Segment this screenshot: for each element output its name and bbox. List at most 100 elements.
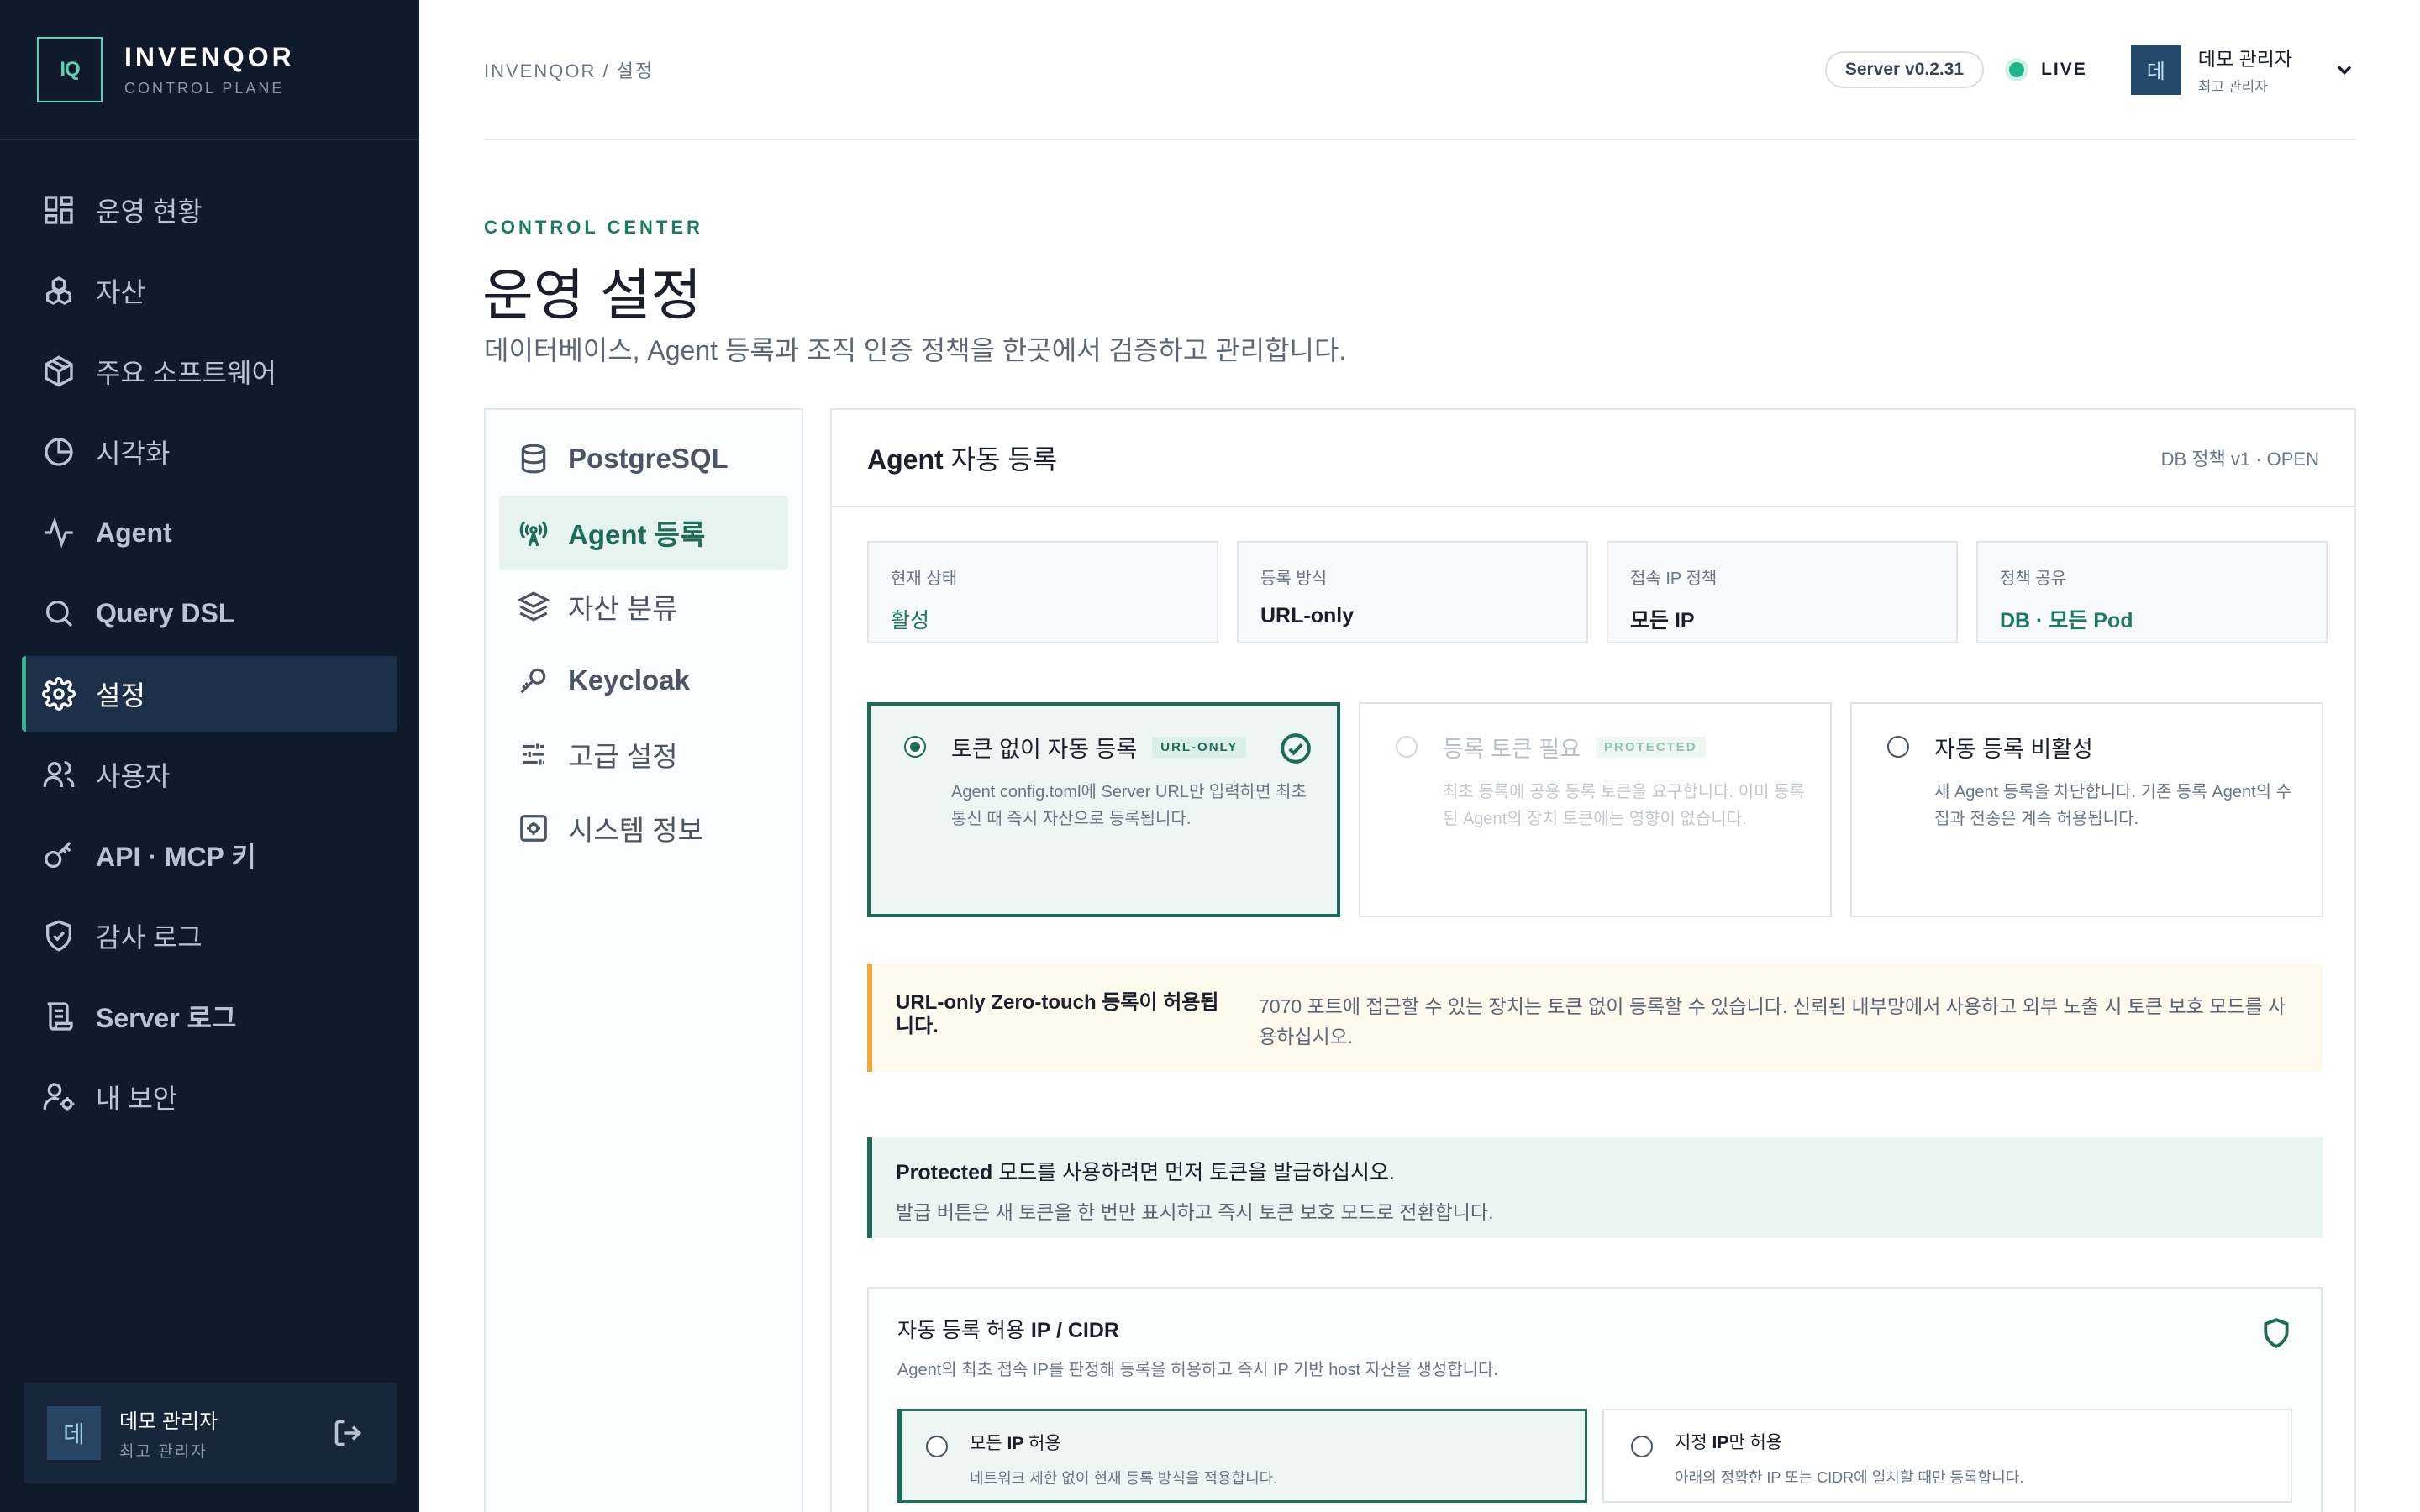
avatar: 데 bbox=[2130, 44, 2181, 95]
live-dot-icon bbox=[2009, 61, 2025, 77]
brand[interactable]: IQ INVENQOR CONTROL PLANE bbox=[0, 0, 419, 140]
radio[interactable] bbox=[1396, 736, 1418, 758]
cidr-option-title: 지정 IP만 허용 bbox=[1675, 1433, 1783, 1452]
pie-chart-icon bbox=[42, 435, 76, 469]
cidr-option-description: 네트워크 제한 없이 현재 등록 방식을 적용합니다. bbox=[970, 1470, 1278, 1487]
shield-icon bbox=[2260, 1317, 2292, 1349]
tab-postgresql[interactable]: PostgreSQL bbox=[499, 422, 788, 496]
sidebar-item-assets[interactable]: 자산 bbox=[22, 253, 397, 328]
option-title: 토큰 없이 자동 등록 bbox=[951, 737, 1138, 762]
stat-policy-sharing: 정책 공유 DB · 모든 Pod bbox=[1976, 541, 2328, 643]
stat-value: 활성 bbox=[891, 609, 930, 633]
user-menu[interactable]: 데 데모 관리자 최고 관리자 bbox=[2130, 43, 2356, 96]
sidebar-item-dashboard[interactable]: 운영 현황 bbox=[22, 172, 397, 248]
option-protected[interactable]: 등록 토큰 필요 PROTECTED 최초 등록에 공용 등록 토큰을 요구합니다… bbox=[1359, 702, 1832, 917]
subnav-label: PostgreSQL bbox=[568, 443, 729, 474]
page-title: 운영 설정 bbox=[482, 264, 702, 326]
activity-icon bbox=[42, 516, 76, 549]
sidebar-item-my-security[interactable]: 내 보안 bbox=[22, 1059, 397, 1135]
users-icon bbox=[42, 758, 76, 791]
live-label: LIVE bbox=[2041, 59, 2087, 79]
database-icon bbox=[518, 443, 550, 475]
tab-advanced-settings[interactable]: 고급 설정 bbox=[499, 717, 788, 791]
option-description: 최초 등록에 공용 등록 토큰을 요구합니다. 이미 등록된 Agent의 장치… bbox=[1443, 783, 1805, 828]
option-tag: PROTECTED bbox=[1596, 737, 1706, 758]
panel-title: Agent 자동 등록 bbox=[867, 444, 1058, 475]
cidr-title: 자동 등록 허용 IP / CIDR bbox=[897, 1319, 1119, 1342]
server-version-badge: Server v0.2.31 bbox=[1824, 50, 1985, 88]
shield-check-icon bbox=[42, 919, 76, 953]
sidebar-item-label: 시각화 bbox=[96, 438, 171, 469]
settings-subnav: PostgreSQL Agent 등록 자산 분류 Keycloak 고급 설정… bbox=[484, 408, 803, 1512]
sidebar-item-agent[interactable]: Agent bbox=[22, 495, 397, 570]
layers-icon bbox=[517, 591, 550, 622]
sidebar-item-label: 감사 로그 bbox=[96, 922, 203, 953]
sidebar-item-label: 운영 현황 bbox=[96, 197, 203, 227]
stat-value: DB · 모든 Pod bbox=[2000, 609, 2133, 633]
tab-keycloak[interactable]: Keycloak bbox=[499, 643, 788, 717]
option-disabled[interactable]: 자동 등록 비활성 새 Agent 등록을 차단합니다. 기존 등록 Agent… bbox=[1850, 702, 2323, 917]
sidebar-item-label: Server 로그 bbox=[96, 1003, 237, 1033]
option-description: Agent config.toml에 Server URL만 입력하면 최초 통… bbox=[951, 783, 1307, 828]
radio[interactable] bbox=[1631, 1436, 1653, 1457]
cidr-option-all-ip[interactable]: 모든 IP 허용 네트워크 제한 없이 현재 등록 방식을 적용합니다. bbox=[897, 1409, 1587, 1503]
tab-system-info[interactable]: 시스템 정보 bbox=[499, 791, 788, 865]
sidebar-item-server-log[interactable]: Server 로그 bbox=[22, 979, 397, 1054]
tab-agent-registration[interactable]: Agent 등록 bbox=[499, 496, 788, 570]
sidebar-item-api-mcp-keys[interactable]: API · MCP 키 bbox=[22, 817, 397, 893]
system-icon bbox=[518, 812, 550, 844]
chevron-down-icon[interactable] bbox=[2333, 58, 2356, 81]
sidebar-item-users[interactable]: 사용자 bbox=[22, 737, 397, 812]
user-name: 데모 관리자 bbox=[119, 1410, 218, 1433]
key-icon bbox=[518, 664, 550, 696]
subnav-label: Agent 등록 bbox=[568, 519, 706, 550]
topbar: INVENQOR / 설정 Server v0.2.31 LIVE 데 데모 관… bbox=[484, 0, 2356, 140]
warning-text: 7070 포트에 접근할 수 있는 장치는 토큰 없이 등록할 수 있습니다. … bbox=[1259, 995, 2286, 1047]
radio[interactable] bbox=[1887, 736, 1909, 758]
cidr-description: Agent의 최초 접속 IP를 판정해 등록을 허용하고 즉시 IP 기반 h… bbox=[897, 1361, 1498, 1379]
subnav-label: 시스템 정보 bbox=[568, 815, 703, 846]
brand-logo: IQ bbox=[37, 37, 103, 102]
radio-selected[interactable] bbox=[904, 736, 926, 758]
sidebar-item-visualization[interactable]: 시각화 bbox=[22, 414, 397, 490]
brand-subtitle: CONTROL PLANE bbox=[124, 80, 285, 97]
cidr-option-specific-ip[interactable]: 지정 IP만 허용 아래의 정확한 IP 또는 CIDR에 일치할 때만 등록합… bbox=[1602, 1409, 2292, 1503]
tab-asset-classification[interactable]: 자산 분류 bbox=[499, 570, 788, 643]
dashboard-icon bbox=[42, 193, 76, 227]
user-role: 최고 관리자 bbox=[2197, 79, 2268, 95]
live-status: LIVE bbox=[2009, 60, 2087, 80]
option-url-only[interactable]: 토큰 없이 자동 등록 URL-ONLY Agent config.toml에 S… bbox=[867, 702, 1340, 917]
registration-mode-options: 토큰 없이 자동 등록 URL-ONLY Agent config.toml에 S… bbox=[867, 702, 2323, 917]
search-icon bbox=[42, 596, 76, 630]
package-icon bbox=[42, 354, 76, 388]
antenna-icon bbox=[518, 517, 550, 549]
assets-icon bbox=[42, 274, 76, 307]
scroll-icon bbox=[42, 1000, 76, 1033]
sidebar-item-label: 내 보안 bbox=[96, 1084, 178, 1114]
warning-banner: URL-only Zero-touch 등록이 허용됩니다. 7070 포트에 … bbox=[867, 964, 2323, 1072]
info-text: 발급 버튼은 새 토큰을 한 번만 표시하고 즉시 토큰 보호 모드로 전환합니… bbox=[896, 1201, 1494, 1223]
sidebar: IQ INVENQOR CONTROL PLANE 운영 현황 자산 주요 소프… bbox=[0, 0, 419, 1512]
sidebar-item-label: 자산 bbox=[96, 277, 145, 307]
sidebar-item-label: API · MCP 키 bbox=[96, 842, 256, 872]
cidr-option-description: 아래의 정확한 IP 또는 CIDR에 일치할 때만 등록합니다. bbox=[1675, 1469, 2024, 1486]
stat-value: URL-only bbox=[1260, 604, 1355, 627]
agent-registration-panel: Agent 자동 등록 DB 정책 v1 · OPEN 현재 상태 활성 등록 … bbox=[830, 408, 2356, 1512]
status-summary: 현재 상태 활성 등록 방식 URL-only 접속 IP 정책 모든 IP 정… bbox=[867, 541, 2328, 643]
page-description: 데이터베이스, Agent 등록과 조직 인증 정책을 한곳에서 검증하고 관리… bbox=[484, 335, 1347, 365]
sidebar-item-label: Query DSL bbox=[96, 597, 235, 628]
radio-selected[interactable] bbox=[926, 1436, 948, 1457]
sidebar-item-label: Agent bbox=[96, 517, 172, 548]
subnav-label: Keycloak bbox=[568, 664, 690, 696]
check-circle-icon bbox=[1280, 732, 1312, 764]
brand-name: INVENQOR bbox=[124, 42, 295, 72]
sidebar-item-settings[interactable]: 설정 bbox=[22, 656, 397, 732]
page-eyebrow: CONTROL CENTER bbox=[484, 217, 703, 238]
stat-label: 현재 상태 bbox=[891, 570, 958, 588]
logout-icon[interactable] bbox=[333, 1418, 363, 1448]
sidebar-item-software[interactable]: 주요 소프트웨어 bbox=[22, 333, 397, 409]
option-tag: URL-ONLY bbox=[1152, 737, 1247, 758]
sidebar-item-audit-log[interactable]: 감사 로그 bbox=[22, 898, 397, 974]
user-cog-icon bbox=[42, 1080, 76, 1114]
sidebar-item-query-dsl[interactable]: Query DSL bbox=[22, 575, 397, 651]
